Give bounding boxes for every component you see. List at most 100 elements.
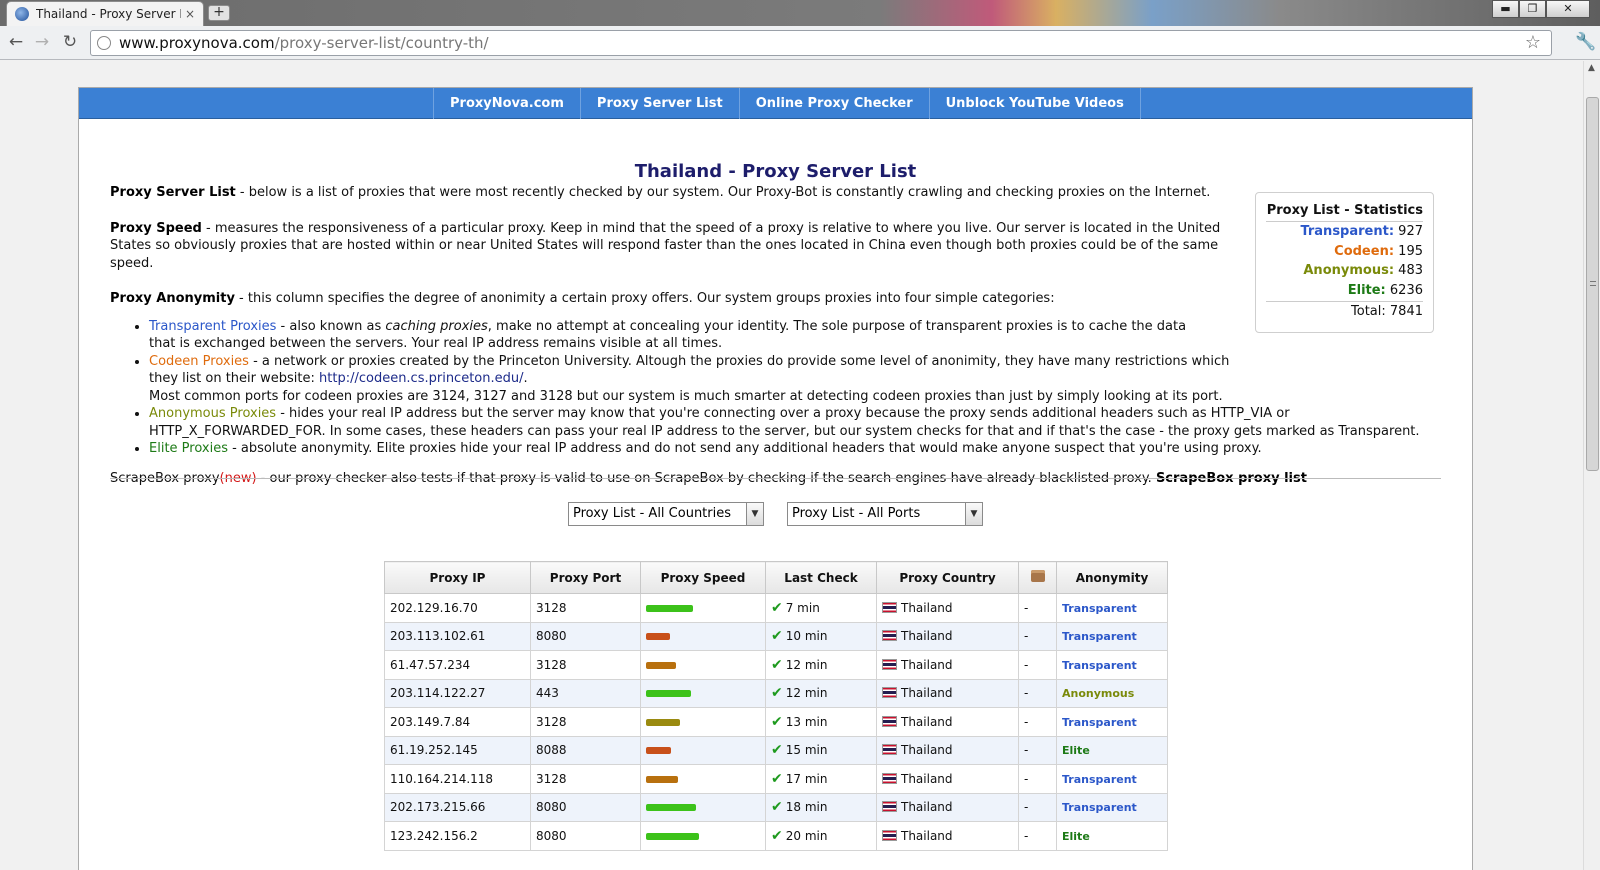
scrollbar-thumb[interactable]: [1586, 97, 1599, 471]
page-title: Thailand - Proxy Server List: [634, 161, 917, 182]
new-tab-button[interactable]: +: [208, 5, 230, 21]
header-last-check[interactable]: Last Check: [765, 561, 877, 594]
proxy-table-body: 202.129.16.70 3128 ✔ 7 min Thailand - Transpar…: [384, 593, 1168, 851]
chevron-down-icon[interactable]: ▼: [965, 503, 982, 525]
wrench-settings-icon[interactable]: 🔧: [1575, 32, 1596, 52]
back-arrow-icon[interactable]: ←: [6, 32, 26, 52]
vertical-scrollbar[interactable]: ▲: [1583, 61, 1600, 870]
stat-transparent: Transparent: 927: [1266, 222, 1423, 242]
page-viewport: ProxyNova.com Proxy Server List Online P…: [0, 61, 1583, 870]
browser-tab[interactable]: Thailand - Proxy Server List ×: [6, 1, 204, 26]
nav-proxynova[interactable]: ProxyNova.com: [434, 88, 581, 119]
table-row[interactable]: 203.114.122.27 443 ✔ 12 min Thailand - Anonymo…: [384, 678, 1168, 708]
port-select[interactable]: Proxy List - All Ports ▼: [787, 502, 983, 526]
country-select-value: Proxy List - All Countries: [573, 506, 732, 521]
grip-icon: [1590, 281, 1596, 286]
cell-speed: [640, 821, 766, 851]
header-anonymity[interactable]: Anonymity: [1056, 561, 1168, 594]
checkmark-icon: ✔: [771, 628, 783, 645]
transparent-label: Transparent Proxies: [149, 318, 277, 334]
forward-arrow-icon[interactable]: →: [32, 32, 52, 52]
table-header-row: Proxy IP Proxy Port Proxy Speed Last Che…: [384, 561, 1168, 594]
thailand-flag-icon: [882, 601, 897, 613]
statistics-title: Proxy List - Statistics: [1266, 203, 1423, 222]
reload-icon[interactable]: ↻: [60, 32, 80, 52]
cell-extra: -: [1018, 764, 1057, 794]
list-item-elite: Elite Proxies - absolute anonymity. Elit…: [149, 440, 1440, 458]
last-check-value: 13 min: [785, 714, 828, 729]
country-select[interactable]: Proxy List - All Countries ▼: [568, 502, 764, 526]
stat-anonymous-value: 483: [1398, 263, 1423, 278]
cell-last-check: ✔ 10 min: [765, 621, 877, 651]
address-bar[interactable]: www.proxynova.com/proxy-server-list/coun…: [90, 30, 1552, 56]
checkmark-icon: ✔: [771, 799, 783, 816]
cell-speed: [640, 678, 766, 708]
cell-speed: [640, 593, 766, 623]
cell-last-check: ✔ 12 min: [765, 650, 877, 680]
header-proxy-port[interactable]: Proxy Port: [530, 561, 641, 594]
last-check-value: 18 min: [785, 800, 828, 815]
anonymity-badge[interactable]: Transparent: [1062, 630, 1137, 643]
header-proxy-speed[interactable]: Proxy Speed: [640, 561, 766, 594]
country-name: Thailand: [901, 771, 953, 786]
stat-total: Total: 7841: [1266, 301, 1423, 322]
anonymity-badge[interactable]: Transparent: [1062, 602, 1137, 615]
statistics-box: Proxy List - Statistics Transparent: 927…: [1255, 192, 1434, 333]
checkmark-icon: ✔: [771, 713, 783, 730]
header-proxy-country[interactable]: Proxy Country: [876, 561, 1019, 594]
cell-port: 3128: [530, 707, 641, 737]
cell-ip: 203.113.102.61: [384, 621, 531, 651]
bookmark-star-icon[interactable]: ☆: [1525, 32, 1541, 53]
intro-content: Proxy Server List - below is a list of p…: [110, 184, 1440, 505]
cell-anonymity: Elite: [1056, 821, 1168, 851]
last-check-value: 12 min: [785, 657, 828, 672]
header-proxy-ip[interactable]: Proxy IP: [384, 561, 531, 594]
table-row[interactable]: 202.129.16.70 3128 ✔ 7 min Thailand - Transpar…: [384, 593, 1168, 623]
top-navigation: ProxyNova.com Proxy Server List Online P…: [79, 88, 1472, 119]
cell-last-check: ✔ 20 min: [765, 821, 877, 851]
anonymity-paragraph: Proxy Anonymity - this column specifies …: [110, 290, 1440, 308]
table-row[interactable]: 110.164.214.118 3128 ✔ 17 min Thailand - Trans…: [384, 764, 1168, 794]
table-row[interactable]: 203.113.102.61 8080 ✔ 10 min Thailand - Transp…: [384, 621, 1168, 651]
page-info-icon[interactable]: [97, 36, 111, 50]
table-row[interactable]: 202.173.215.66 8080 ✔ 18 min Thailand - Transp…: [384, 792, 1168, 822]
table-row[interactable]: 123.242.156.2 8080 ✔ 20 min Thailand - Elite: [384, 821, 1168, 851]
cell-extra: -: [1018, 735, 1057, 765]
anonymity-badge[interactable]: Transparent: [1062, 801, 1137, 814]
cell-extra: -: [1018, 678, 1057, 708]
country-name: Thailand: [901, 714, 953, 729]
stat-anonymous-label: Anonymous:: [1303, 263, 1395, 278]
nav-unblock-youtube[interactable]: Unblock YouTube Videos: [930, 88, 1141, 119]
maximize-button[interactable]: ❐: [1519, 0, 1546, 18]
anonymity-badge[interactable]: Transparent: [1062, 773, 1137, 786]
stat-elite-value: 6236: [1389, 282, 1423, 298]
anonymity-badge[interactable]: Elite: [1062, 744, 1090, 757]
cell-speed: [640, 621, 766, 651]
nav-proxy-server-list[interactable]: Proxy Server List: [581, 88, 740, 119]
country-name: Thailand: [901, 629, 953, 644]
chevron-down-icon[interactable]: ▼: [746, 503, 763, 525]
scroll-up-icon[interactable]: ▲: [1588, 63, 1595, 73]
cell-speed: [640, 792, 766, 822]
anonymity-badge[interactable]: Transparent: [1062, 716, 1137, 729]
checkmark-icon: ✔: [771, 827, 783, 844]
anonymity-badge[interactable]: Elite: [1062, 830, 1090, 843]
elite-text: - absolute anonymity. Elite proxies hide…: [227, 441, 1262, 456]
anonymity-badge[interactable]: Transparent: [1062, 659, 1137, 672]
cell-country: Thailand: [876, 650, 1019, 680]
url-path: /proxy-server-list/country-th/: [274, 34, 489, 52]
table-row[interactable]: 61.19.252.145 8088 ✔ 15 min Thailand - Elite: [384, 735, 1168, 765]
table-row[interactable]: 61.47.57.234 3128 ✔ 12 min Thailand - Transpar…: [384, 650, 1168, 680]
anonymity-label: Proxy Anonymity: [110, 291, 235, 306]
tab-close-icon[interactable]: ×: [185, 7, 195, 21]
anonymity-badge[interactable]: Anonymous: [1062, 687, 1134, 700]
codeen-link[interactable]: http://codeen.cs.princeton.edu/: [319, 371, 523, 386]
thailand-flag-icon: [882, 772, 897, 784]
nav-online-proxy-checker[interactable]: Online Proxy Checker: [740, 88, 930, 119]
codeen-text-a: - a network or proxies created by the Pr…: [149, 353, 1230, 387]
table-row[interactable]: 203.149.7.84 3128 ✔ 13 min Thailand - Transpar…: [384, 707, 1168, 737]
stat-transparent-label: Transparent:: [1300, 224, 1395, 239]
minimize-button[interactable]: ▬: [1492, 0, 1519, 18]
list-item-anonymous: Anonymous Proxies - hides your real IP a…: [149, 405, 1440, 440]
close-window-button[interactable]: ✕: [1546, 0, 1590, 18]
